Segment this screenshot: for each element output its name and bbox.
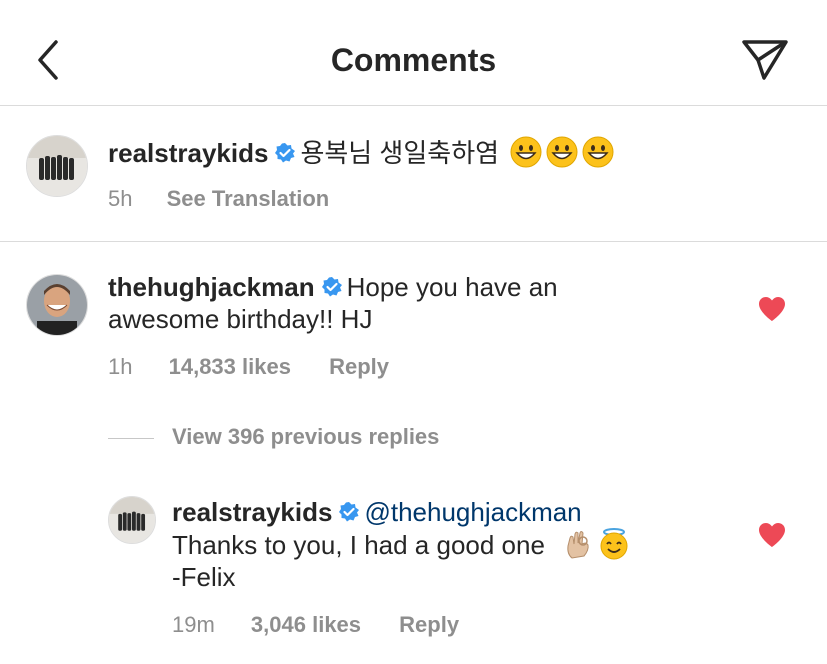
- page-title: Comments: [330, 42, 497, 78]
- caption-body: 용복님 생일축하염: [300, 138, 500, 168]
- comment-meta: 1h 14,833 likes Reply: [108, 354, 389, 380]
- comment-time: 1h: [108, 354, 133, 379]
- group-photo-icon: [109, 497, 155, 543]
- comment-body-line1: Hope you have an: [346, 272, 558, 302]
- reply-time: 19m: [172, 612, 215, 637]
- comment-username[interactable]: thehughjackman: [108, 272, 315, 302]
- reply-meta: 19m 3,046 likes Reply: [172, 612, 459, 638]
- comment-reply-button[interactable]: Reply: [329, 354, 389, 380]
- replies-line-divider: [108, 437, 154, 439]
- comment-text: thehughjackman Hope you have an awesome b…: [108, 271, 558, 335]
- reply-body-line1: Thanks to you, I had a good one: [172, 530, 545, 560]
- comments-header: Comments: [0, 0, 827, 106]
- reply-username[interactable]: realstraykids: [172, 497, 332, 527]
- reply-text: realstraykids @thehughjackman Thanks to y…: [172, 496, 630, 593]
- verified-badge-icon: [339, 502, 360, 522]
- see-translation-link[interactable]: See Translation: [167, 186, 330, 212]
- caption-time: 5h: [108, 186, 133, 211]
- view-replies-label: View 396 previous replies: [172, 424, 440, 449]
- group-photo-icon: [27, 136, 87, 196]
- reply-avatar[interactable]: [108, 496, 156, 544]
- heart-icon[interactable]: [757, 295, 787, 323]
- comment-avatar[interactable]: [26, 274, 88, 336]
- verified-badge-icon: [321, 277, 342, 297]
- reply-likes[interactable]: 3,046 likes: [251, 612, 361, 638]
- comment-likes[interactable]: 14,833 likes: [169, 354, 291, 380]
- mention-link[interactable]: @thehughjackman: [364, 497, 581, 527]
- heart-icon[interactable]: [757, 521, 787, 549]
- send-icon: [742, 40, 788, 80]
- caption-meta: 5h See Translation: [108, 186, 329, 212]
- caption-username[interactable]: realstraykids: [108, 138, 268, 168]
- halo-smile-emoji-icon: [600, 528, 628, 560]
- caption-avatar[interactable]: [26, 135, 88, 197]
- share-button[interactable]: [740, 38, 790, 82]
- verified-badge-icon: [275, 143, 296, 163]
- grinning-emoji-icon: [582, 136, 614, 168]
- view-previous-replies[interactable]: View 396 previous replies: [108, 424, 439, 450]
- divider: [0, 241, 827, 242]
- caption-text: realstraykids 용복님 생일축하염: [108, 136, 614, 169]
- reply-reply-button[interactable]: Reply: [399, 612, 459, 638]
- comment-body-line2: awesome birthday!! HJ: [108, 304, 373, 334]
- ok-hand-emoji-icon: [567, 531, 589, 559]
- grinning-emoji-icon: [510, 136, 542, 168]
- grinning-emoji-icon: [546, 136, 578, 168]
- reply-body-line2: -Felix: [172, 562, 236, 592]
- profile-photo-icon: [27, 275, 87, 335]
